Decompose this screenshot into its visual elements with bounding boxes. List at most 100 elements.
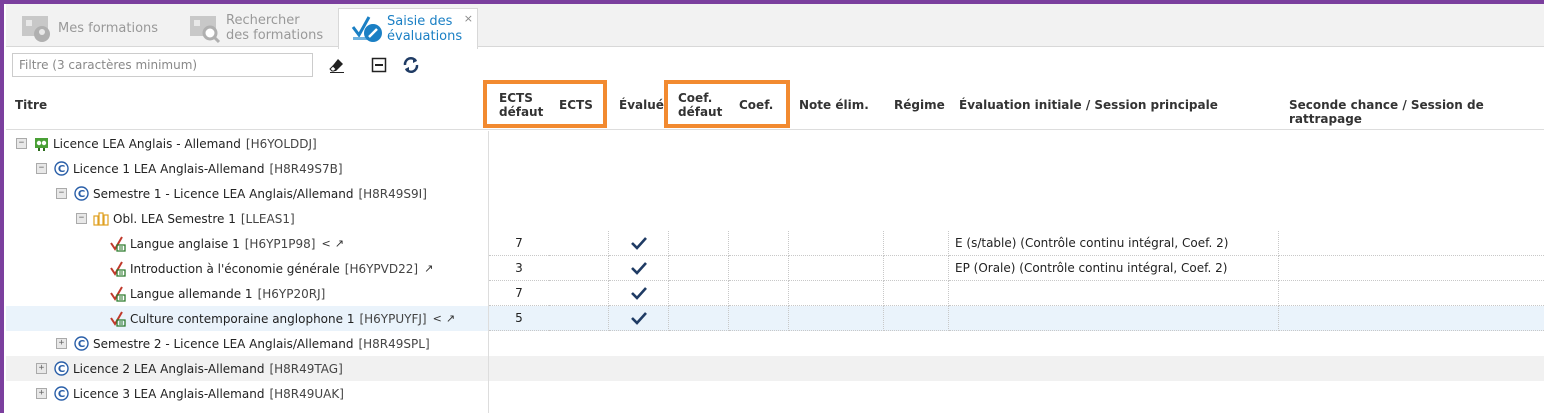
open-external-icon[interactable]: ↗ <box>424 262 433 275</box>
check-icon <box>630 312 647 325</box>
collapse-node-icon[interactable]: − <box>76 213 87 224</box>
year-icon: C <box>53 386 69 402</box>
table-row[interactable]: Langue anglaise 1 [H6YP1P98] < ↗ 7 E (s/t… <box>6 231 1544 256</box>
node-label: Langue anglaise 1 <box>130 236 240 251</box>
node-code: [H8R49SPL] <box>358 336 430 351</box>
semester-icon: C <box>73 186 89 202</box>
coef-defaut-cell[interactable] <box>669 256 729 281</box>
ects-cell[interactable] <box>549 281 609 306</box>
collapse-all-icon[interactable] <box>369 55 389 75</box>
coef-cell[interactable] <box>729 231 789 256</box>
coef-cell[interactable] <box>729 306 789 331</box>
evaluated-cell[interactable] <box>609 256 669 281</box>
seconde-chance-cell[interactable] <box>1279 256 1544 281</box>
close-tab-icon[interactable]: × <box>464 11 473 26</box>
open-external-icon[interactable]: ↗ <box>335 237 344 250</box>
seconde-chance-cell[interactable] <box>1279 281 1544 306</box>
table-row[interactable]: Langue allemande 1 [H6YP20RJ] 7 <box>6 281 1544 306</box>
node-code: [H6YP20RJ] <box>257 286 326 301</box>
tab-rechercher-formations[interactable]: Rechercher des formations <box>188 8 323 48</box>
col-evaluation-initiale[interactable]: Évaluation initiale / Session principale <box>959 98 1218 112</box>
filter-input[interactable] <box>12 53 313 77</box>
refresh-icon[interactable] <box>401 55 421 75</box>
highlight-coef-columns <box>664 80 790 128</box>
node-code: [H6YPVD22] <box>344 261 419 276</box>
window-left-border <box>0 0 4 413</box>
tree-row[interactable]: − Obl. LEA Semestre 1 [LLEAS1] <box>6 206 1544 231</box>
seconde-chance-cell[interactable] <box>1279 306 1544 331</box>
tree-node: + C Semestre 2 - Licence LEA Anglais/All… <box>56 331 430 356</box>
coef-defaut-cell[interactable] <box>669 281 729 306</box>
node-label: Licence 1 LEA Anglais-Allemand <box>73 161 265 176</box>
ects-cell[interactable] <box>549 256 609 281</box>
node-code: [H8R49S9I] <box>358 186 427 201</box>
tab-label-line2: des formations <box>226 28 324 43</box>
node-label: Introduction à l'économie générale <box>130 261 340 276</box>
col-regime[interactable]: Régime <box>894 98 945 112</box>
regime-cell[interactable] <box>884 306 949 331</box>
table-row[interactable]: Introduction à l'économie générale [H6YP… <box>6 256 1544 281</box>
tab-saisie-evaluations[interactable]: Saisie des évaluations × <box>338 8 478 49</box>
tree-node: − C Licence 1 LEA Anglais-Allemand [H8R4… <box>36 156 343 181</box>
ects-cell[interactable] <box>549 231 609 256</box>
seconde-chance-cell[interactable] <box>1279 231 1544 256</box>
share-icon[interactable]: < <box>321 237 330 250</box>
evaluated-cell[interactable] <box>609 306 669 331</box>
tree-node: Langue anglaise 1 [H6YP1P98] < ↗ <box>110 231 344 256</box>
col-evalue[interactable]: Évalué <box>619 98 664 112</box>
coef-cell[interactable] <box>729 256 789 281</box>
evaluation-initiale-cell[interactable]: EP (Orale) (Contrôle continu intégral, C… <box>949 256 1279 281</box>
note-elim-cell[interactable] <box>789 306 884 331</box>
node-label: Obl. LEA Semestre 1 <box>113 211 236 226</box>
expand-node-icon[interactable]: + <box>56 338 67 349</box>
col-seconde-chance[interactable]: Seconde chance / Session de rattrapage <box>1289 98 1544 126</box>
evaluation-initiale-cell[interactable] <box>949 306 1279 331</box>
tree-node: − C Semestre 1 - Licence LEA Anglais/All… <box>56 181 427 206</box>
expand-node-icon[interactable]: + <box>36 388 47 399</box>
note-elim-cell[interactable] <box>789 231 884 256</box>
evaluation-initiale-cell[interactable]: E (s/table) (Contrôle continu intégral, … <box>949 231 1279 256</box>
node-label: Licence LEA Anglais - Allemand <box>53 136 241 151</box>
col-note-elim[interactable]: Note élim. <box>799 98 869 112</box>
tree-row[interactable]: − C Licence 1 LEA Anglais-Allemand [H8R4… <box>6 156 1544 181</box>
expand-node-icon[interactable]: + <box>36 363 47 374</box>
note-elim-cell[interactable] <box>789 281 884 306</box>
node-label: Semestre 1 - Licence LEA Anglais/Alleman… <box>93 186 354 201</box>
diploma-icon <box>33 136 49 152</box>
tab-mes-formations[interactable]: Mes formations <box>20 8 158 48</box>
regime-cell[interactable] <box>884 281 949 306</box>
col-titre[interactable]: Titre <box>15 98 47 112</box>
tree-row[interactable]: + C Licence 3 LEA Anglais-Allemand [H8R4… <box>6 381 1544 406</box>
open-external-icon[interactable]: ↗ <box>446 312 455 325</box>
course-icon <box>110 235 126 252</box>
collapse-node-icon[interactable]: − <box>16 138 27 149</box>
ects-cell[interactable] <box>549 306 609 331</box>
semester-icon: C <box>73 336 89 352</box>
tree-row[interactable]: + C Licence 2 LEA Anglais-Allemand [H8R4… <box>6 356 1544 381</box>
svg-text:C: C <box>77 189 84 200</box>
course-icon <box>110 310 126 327</box>
regime-cell[interactable] <box>884 231 949 256</box>
evaluation-initiale-cell[interactable] <box>949 281 1279 306</box>
table-row-selected[interactable]: Culture contemporaine anglophone 1 [H6YP… <box>6 306 1544 331</box>
eraser-icon[interactable] <box>327 55 347 75</box>
tree-node: Langue allemande 1 [H6YP20RJ] <box>110 281 325 306</box>
tree-node: + C Licence 3 LEA Anglais-Allemand [H8R4… <box>36 381 344 406</box>
tree-row[interactable]: − C Semestre 1 - Licence LEA Anglais/All… <box>6 181 1544 206</box>
coef-cell[interactable] <box>729 281 789 306</box>
evaluated-cell[interactable] <box>609 281 669 306</box>
collapse-node-icon[interactable]: − <box>36 163 47 174</box>
regime-cell[interactable] <box>884 256 949 281</box>
note-elim-cell[interactable] <box>789 256 884 281</box>
node-code: [H6YPUYFJ] <box>359 311 427 326</box>
tree-row[interactable]: + C Semestre 2 - Licence LEA Anglais/All… <box>6 331 1544 356</box>
collapse-node-icon[interactable]: − <box>56 188 67 199</box>
list-group-icon <box>93 211 109 227</box>
coef-defaut-cell[interactable] <box>669 231 729 256</box>
node-code: [H8R49S7B] <box>269 161 343 176</box>
coef-defaut-cell[interactable] <box>669 306 729 331</box>
tree-row[interactable]: − Licence LEA Anglais - Allemand [H6YOLD… <box>6 131 1544 156</box>
evaluated-cell[interactable] <box>609 231 669 256</box>
tree-node: − Obl. LEA Semestre 1 [LLEAS1] <box>76 206 295 231</box>
share-icon[interactable]: < <box>433 312 442 325</box>
